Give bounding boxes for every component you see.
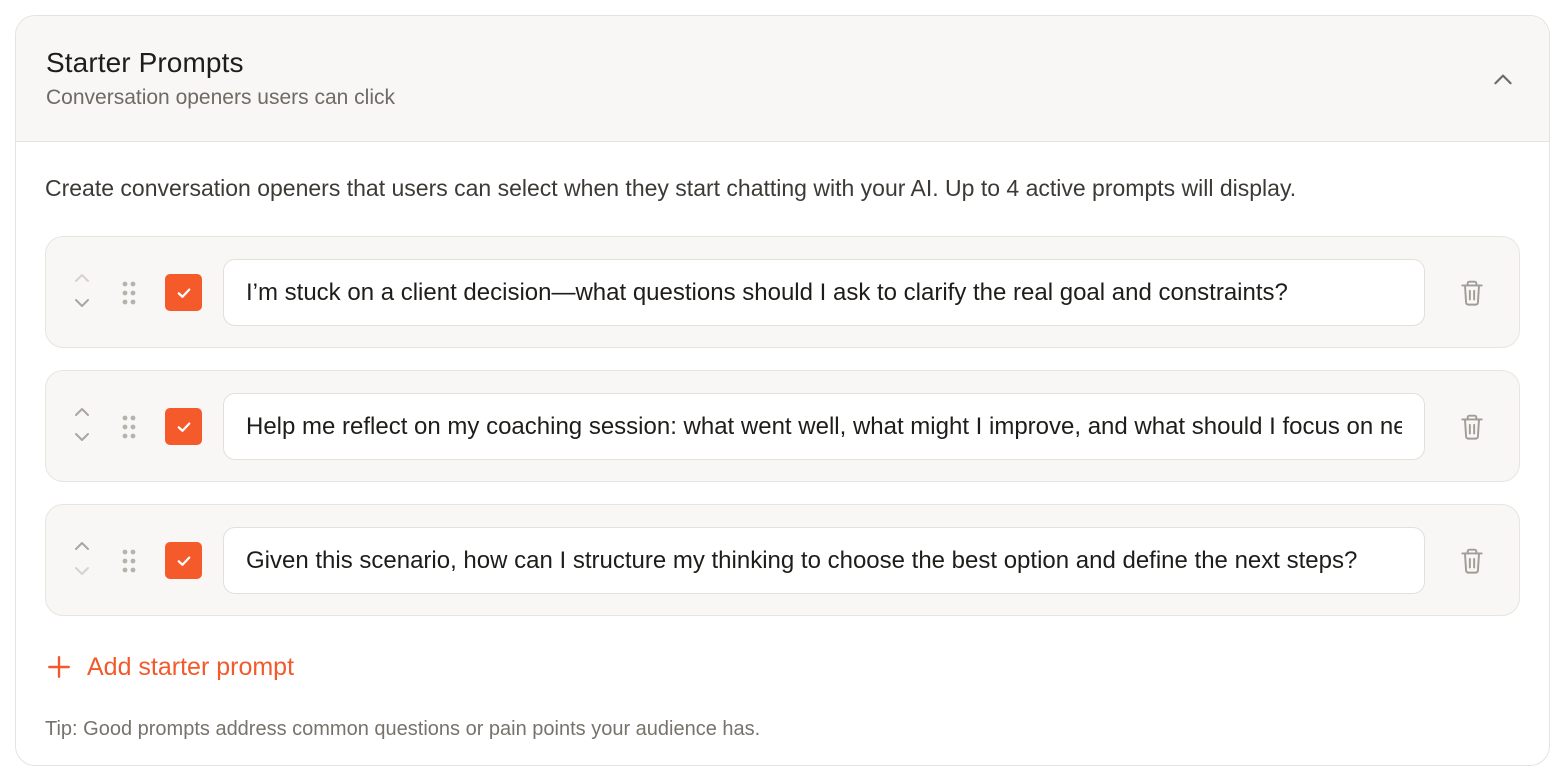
- prompt-input[interactable]: [223, 527, 1425, 594]
- reorder-controls: [70, 405, 94, 449]
- reorder-controls: [70, 271, 94, 315]
- drag-handle-icon: [122, 281, 136, 305]
- add-starter-prompt-label: Add starter prompt: [87, 653, 295, 681]
- check-icon: [177, 422, 190, 432]
- drag-handle[interactable]: [120, 414, 138, 440]
- chevron-up-icon: [1494, 74, 1512, 85]
- prompt-active-checkbox[interactable]: [165, 274, 202, 311]
- check-icon: [177, 288, 190, 298]
- prompt-row: [45, 504, 1520, 616]
- check-icon: [177, 556, 190, 566]
- chevron-down-icon: [75, 433, 89, 441]
- card-title: Starter Prompts: [46, 47, 244, 78]
- prompt-row: [45, 370, 1520, 482]
- chevron-down-icon: [75, 299, 89, 307]
- prompt-row: [45, 236, 1520, 348]
- move-up-button[interactable]: [72, 271, 92, 290]
- delete-prompt-button[interactable]: [1457, 277, 1487, 309]
- tip-text: Tip: Good prompts address common questio…: [45, 718, 761, 740]
- drag-handle-icon: [122, 549, 136, 573]
- drag-handle-icon: [122, 415, 136, 439]
- trash-icon: [1461, 280, 1483, 306]
- trash-icon: [1461, 548, 1483, 574]
- drag-handle[interactable]: [120, 548, 138, 574]
- add-starter-prompt-button[interactable]: Add starter prompt: [45, 650, 294, 684]
- reorder-controls: [70, 539, 94, 583]
- chevron-up-icon: [75, 542, 89, 550]
- plus-icon: [45, 653, 73, 681]
- delete-prompt-button[interactable]: [1457, 411, 1487, 443]
- card-body: Create conversation openers that users c…: [16, 142, 1549, 743]
- card-subtitle: Conversation openers users can click: [46, 86, 396, 109]
- prompt-active-checkbox[interactable]: [165, 408, 202, 445]
- trash-icon: [1461, 414, 1483, 440]
- chevron-up-icon: [75, 274, 89, 282]
- move-down-button[interactable]: [72, 430, 92, 449]
- prompt-input[interactable]: [223, 393, 1425, 460]
- starter-prompts-card: Starter Prompts Conversation openers use…: [15, 15, 1550, 766]
- card-header[interactable]: Starter Prompts Conversation openers use…: [16, 16, 1549, 142]
- prompt-input[interactable]: [223, 259, 1425, 326]
- drag-handle[interactable]: [120, 280, 138, 306]
- prompt-active-checkbox[interactable]: [165, 542, 202, 579]
- chevron-down-icon: [75, 567, 89, 575]
- move-down-button[interactable]: [72, 296, 92, 315]
- delete-prompt-button[interactable]: [1457, 545, 1487, 577]
- move-down-button[interactable]: [72, 564, 92, 583]
- move-up-button[interactable]: [72, 405, 92, 424]
- prompt-list: [45, 236, 1520, 616]
- chevron-up-icon: [75, 408, 89, 416]
- description-text: Create conversation openers that users c…: [45, 175, 1297, 201]
- move-up-button[interactable]: [72, 539, 92, 558]
- collapse-button[interactable]: [1487, 64, 1519, 96]
